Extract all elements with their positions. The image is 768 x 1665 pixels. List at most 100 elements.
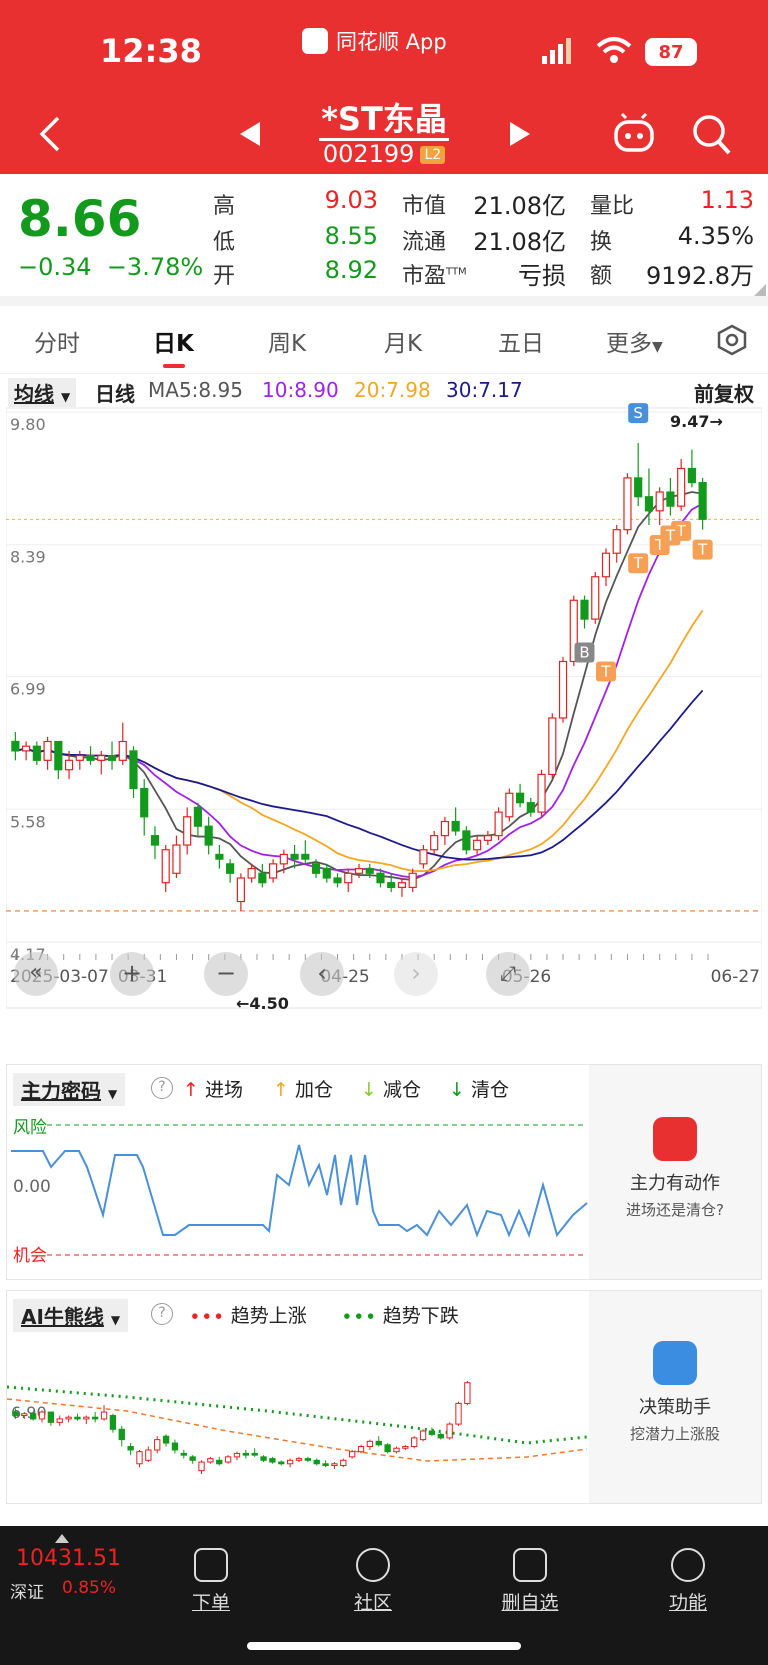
candle-body: [279, 853, 288, 865]
candle-body: [483, 835, 492, 841]
mini-candle-body: [446, 1423, 453, 1439]
index-up-icon: [55, 1534, 69, 1543]
index-value[interactable]: 10431.51: [16, 1546, 121, 1571]
candle-body: [333, 877, 342, 884]
help-icon[interactable]: ?: [151, 1077, 173, 1099]
y-tick-label: 9.80: [10, 415, 46, 434]
stock-code: 002199: [322, 140, 415, 168]
legend-enter: ↑ 进场: [183, 1075, 243, 1102]
scroll-right-button[interactable]: ›: [394, 952, 438, 996]
candle-body: [75, 755, 84, 761]
candle-body: [22, 745, 31, 752]
mini-candle-body: [207, 1458, 214, 1463]
mini-candle-body: [224, 1456, 232, 1463]
fullscreen-button[interactable]: ⤢: [486, 952, 530, 996]
home-indicator: [247, 1642, 521, 1650]
candle-body: [11, 740, 20, 752]
candle-body: [215, 853, 224, 860]
vr-value: 1.13: [700, 186, 754, 214]
candle-body: [526, 802, 535, 813]
mini-candle-body: [455, 1402, 462, 1425]
candle-body: [591, 576, 600, 620]
mini-candle-body: [357, 1446, 365, 1453]
y-tick-label: 8.39: [10, 548, 46, 567]
ma30-value: 30:7.17: [446, 378, 523, 402]
zoom-out-button[interactable]: −: [204, 952, 248, 996]
mini-candle-body: [21, 1413, 28, 1416]
candle-body: [258, 872, 267, 884]
candle-body: [236, 877, 245, 903]
mini-candle-body: [295, 1458, 303, 1461]
open-value: 8.92: [324, 256, 378, 284]
ai-promo-sub: 挖潜力上涨股: [629, 1425, 720, 1443]
candle-body: [226, 863, 235, 874]
tab-more[interactable]: 更多▼: [606, 324, 663, 358]
ai-promo[interactable]: 决策助手 挖潜力上涨股: [589, 1291, 761, 1503]
candle-body: [172, 844, 181, 874]
mini-candle-body: [233, 1452, 241, 1458]
zhuli-line-chart: [11, 1124, 588, 1256]
tab-daily-k[interactable]: 日K: [153, 324, 194, 358]
candle-body: [193, 806, 203, 827]
mini-candle-body: [12, 1411, 19, 1416]
candle-body: [107, 755, 117, 761]
tab-timeshare[interactable]: 分时: [34, 324, 80, 358]
zoom-in-button[interactable]: +: [110, 952, 154, 996]
legend-add: ↑ 加仓: [273, 1075, 333, 1102]
candle-body: [387, 882, 396, 888]
zhuli-selector[interactable]: 主力密码 ▼: [13, 1073, 126, 1106]
nav-community[interactable]: 社区: [328, 1548, 418, 1615]
help-icon[interactable]: ?: [151, 1303, 173, 1325]
tab-weekly-k[interactable]: 周K: [268, 324, 306, 358]
candle-body: [43, 740, 52, 761]
mini-candle-body: [286, 1459, 294, 1465]
zhuli-series-line: [11, 1144, 588, 1239]
scroll-left-button[interactable]: ‹: [300, 952, 344, 996]
pe-label-text: 市盈: [402, 264, 447, 289]
legend-enter-label: 进场: [204, 1079, 243, 1101]
ai-bear-line: [7, 1385, 588, 1445]
settings-icon[interactable]: [716, 324, 748, 356]
mini-candle-body: [92, 1416, 99, 1420]
order-icon: [194, 1548, 228, 1582]
candle-body: [408, 872, 417, 888]
signal-icon: [542, 38, 571, 64]
tab-more-label: 更多: [606, 331, 652, 357]
expand-corner-icon[interactable]: [754, 284, 766, 296]
ai-selector[interactable]: AI牛熊线 ▼: [13, 1299, 129, 1332]
candle-body: [623, 477, 632, 531]
nav-order[interactable]: 下单: [166, 1548, 256, 1615]
zhuli-promo[interactable]: 主力有动作 进场还是清仓?: [589, 1065, 761, 1279]
search-icon[interactable]: [692, 114, 732, 156]
legend-reduce-label: 减仓: [382, 1079, 421, 1101]
tab-five-day[interactable]: 五日: [498, 324, 544, 358]
wifi-icon: [596, 37, 632, 63]
candle-body: [430, 835, 439, 851]
legend-add-label: 加仓: [294, 1079, 333, 1101]
candle-body: [269, 863, 278, 879]
low-label: 低: [213, 230, 236, 255]
candlestick-chart[interactable]: 9.808.396.995.584.17 2025-03-0703-3104-2…: [6, 402, 762, 1042]
ai-line-chart: [7, 1381, 588, 1475]
pe-label: 市盈TTM: [402, 258, 467, 290]
candle-body: [634, 477, 643, 498]
nav-community-label: 社区: [353, 1592, 392, 1614]
active-tab-indicator: [163, 364, 185, 368]
candle-body: [354, 867, 364, 874]
signal-label: B: [579, 644, 589, 662]
mini-candle-body: [260, 1456, 267, 1461]
candle-body: [247, 867, 256, 879]
candle-body: [86, 755, 95, 761]
mini-candle-body: [384, 1444, 391, 1453]
mini-candle-body: [162, 1435, 170, 1444]
candle-body: [601, 552, 611, 578]
menu-icon: [671, 1548, 705, 1582]
nav-remove-favorite[interactable]: 删自选: [485, 1548, 575, 1615]
nav-functions[interactable]: 功能: [643, 1548, 733, 1615]
collapse-left-button[interactable]: «: [14, 952, 58, 996]
mini-candle-body: [304, 1458, 312, 1461]
robot-icon[interactable]: [612, 112, 656, 156]
legend-trend-down: ∙∙∙ 趋势下跌: [341, 1301, 459, 1328]
tab-monthly-k[interactable]: 月K: [384, 324, 422, 358]
candle-body: [365, 867, 374, 874]
